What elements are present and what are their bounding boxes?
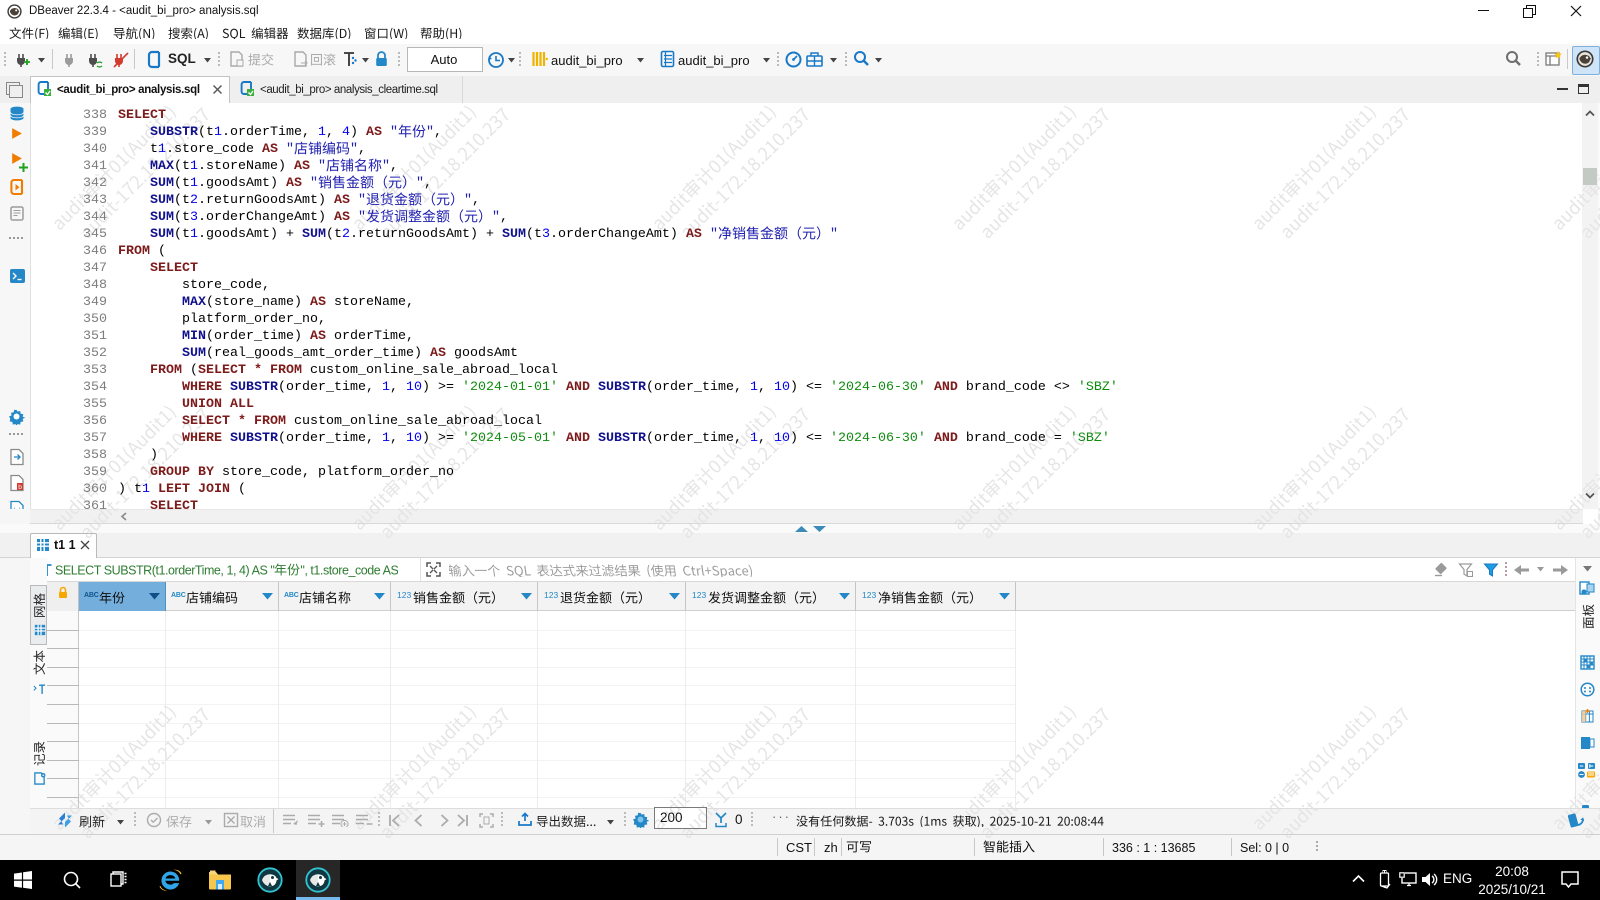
svg-text:b: b — [18, 484, 22, 491]
